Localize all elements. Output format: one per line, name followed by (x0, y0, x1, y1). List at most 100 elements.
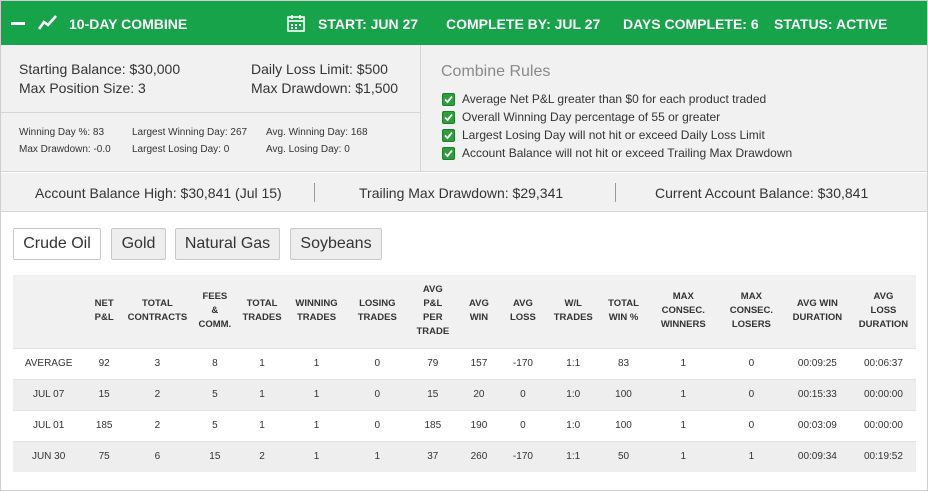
balance-separator (615, 183, 616, 202)
column-header: NET P&L (84, 275, 125, 348)
table-cell: 83 (599, 347, 648, 379)
complete-by-date: COMPLETE BY: JUL 27 (446, 16, 601, 32)
table-cell: 100 (599, 378, 648, 410)
table-row: JUL 01 185 2 5 1 1 0 185 190 0 1:0 100 1 0 00:03:09 00:… (13, 409, 916, 441)
tab-soybeans[interactable]: Soybeans (290, 228, 382, 260)
daily-stats-table: NET P&L TOTAL CONTRACTS FEES & COMM. TOTAL TRADE… (13, 275, 916, 472)
table-cell: 50 (599, 440, 648, 472)
table-cell: 75 (84, 440, 125, 472)
column-header: LOSING TRADES (347, 275, 407, 348)
table-cell: 5 (190, 378, 239, 410)
table-cell: 1:0 (547, 378, 600, 410)
table-cell: 3 (124, 347, 191, 379)
column-header: W/L TRADES (547, 275, 600, 348)
avg-winning-day: Avg. Winning Day: 168 (266, 127, 368, 138)
table-cell: 6 (124, 440, 191, 472)
table-cell: 185 (406, 409, 460, 441)
checkbox-checked-icon (442, 92, 455, 106)
column-header: AVG P&L PER TRADE (406, 275, 460, 348)
column-header-empty (13, 275, 85, 348)
column-header: MAX CONSEC. LOSERS (718, 275, 784, 348)
column-header-line: NET (94, 298, 114, 310)
column-header-line: DURATION (858, 319, 909, 331)
table-cell: 1 (647, 440, 719, 472)
largest-losing-day: Largest Losing Day: 0 (132, 144, 230, 155)
column-header-line: AVG WIN (796, 298, 838, 310)
column-header-line: P&L (94, 312, 114, 324)
table-cell: 0 (718, 347, 784, 379)
summary-vertical-divider (420, 45, 421, 172)
column-header-line: WINNING (295, 298, 338, 310)
table-cell: 1 (647, 347, 719, 379)
table-row: JUN 30 75 6 15 2 1 1 37 260 -170 1:1 50 1 1 00:09:34 00… (13, 440, 916, 472)
max-drawdown-limit: Max Drawdown: $1,500 (251, 80, 399, 96)
table-cell: 37 (406, 440, 460, 472)
combine-panel: 10-DAY COMBINE START: JUN 27 COMPLETE BY… (0, 0, 928, 491)
row-label: JUN 30 (13, 440, 85, 472)
column-header-line: AVG (873, 291, 894, 303)
winning-day-pct: Winning Day %: 83 (19, 127, 105, 138)
table-cell: 0 (718, 409, 784, 441)
table-cell: 8 (190, 347, 239, 379)
column-header-line: MAX (672, 291, 694, 303)
table-cell: 2 (238, 440, 286, 472)
rule-item: Average Net P&L greater than $0 for each… (442, 92, 766, 106)
column-header-line: WIN (469, 312, 489, 324)
max-position-size: Max Position Size: 3 (19, 80, 146, 96)
column-header-line: TRADES (296, 312, 337, 324)
table-cell: 1 (238, 347, 286, 379)
trailing-max-drawdown: Trailing Max Drawdown: $29,341 (359, 185, 564, 201)
checkbox-checked-icon (442, 146, 455, 160)
rule-text: Account Balance will not hit or exceed T… (462, 146, 793, 160)
table-cell: 00:06:37 (850, 347, 916, 379)
table-cell: 1:1 (547, 440, 600, 472)
column-header-line: TOTAL (142, 298, 173, 310)
column-header-line: AVG (512, 298, 533, 310)
column-header: TOTAL TRADES (238, 275, 286, 348)
header-bar: 10-DAY COMBINE START: JUN 27 COMPLETE BY… (1, 1, 927, 45)
column-header-line: LOSERS (731, 319, 771, 331)
table-cell: 00:09:34 (783, 440, 851, 472)
column-header-line: TOTAL (246, 298, 278, 310)
table-cell: 1 (285, 409, 348, 441)
table-row: JUL 07 15 2 5 1 1 0 15 20 0 1:0 100 1 0 00:15:33 00:00:… (13, 378, 916, 410)
table-cell: 20 (459, 378, 499, 410)
tab-natural-gas[interactable]: Natural Gas (175, 228, 280, 260)
rule-text: Largest Losing Day will not hit or excee… (462, 128, 765, 142)
column-header: AVG LOSS DURATION (850, 275, 916, 348)
table-cell: 00:03:09 (783, 409, 851, 441)
table-cell: 0 (498, 409, 548, 441)
table-cell: 00:19:52 (850, 440, 916, 472)
tab-gold[interactable]: Gold (111, 228, 166, 260)
column-header-line: WIN % (608, 312, 639, 324)
table-cell: 00:00:00 (850, 378, 916, 410)
collapse-icon[interactable] (11, 22, 25, 25)
avg-losing-day: Avg. Losing Day: 0 (266, 144, 350, 155)
days-complete: DAYS COMPLETE: 6 (623, 16, 759, 32)
row-label: JUL 07 (13, 378, 85, 410)
rule-text: Average Net P&L greater than $0 for each… (462, 92, 767, 106)
column-header: MAX CONSEC. WINNERS (647, 275, 719, 348)
column-header-line: WINNERS (660, 319, 706, 331)
column-header-line: CONSEC. (661, 305, 705, 317)
row-label: AVERAGE (13, 347, 85, 379)
column-header: FEES & COMM. (190, 275, 239, 348)
table-cell: 260 (459, 440, 499, 472)
table-cell: 2 (124, 378, 191, 410)
table-cell: 00:15:33 (783, 378, 851, 410)
tab-crude-oil[interactable]: Crude Oil (13, 228, 101, 260)
column-header-line: MAX (740, 291, 762, 303)
daily-loss-limit: Daily Loss Limit: $500 (251, 61, 388, 77)
column-header-line: AVG (422, 284, 443, 296)
table-cell: 15 (406, 378, 460, 410)
rule-item: Largest Losing Day will not hit or excee… (442, 128, 765, 142)
rule-text: Overall Winning Day percentage of 55 or … (462, 110, 721, 124)
column-header-line: AVG (468, 298, 489, 310)
calendar-icon (287, 15, 305, 32)
table-cell: 1 (238, 409, 286, 441)
status-label: STATUS: ACTIVE (774, 16, 888, 32)
table-cell: 92 (84, 347, 125, 379)
table-cell: 1 (647, 378, 719, 410)
table-row: AVERAGE 92 3 8 1 1 0 79 157 -170 1:1 83 1 0 00:09:25 00… (13, 347, 916, 379)
summary-panel: Starting Balance: $30,000 Max Position S… (1, 45, 927, 172)
